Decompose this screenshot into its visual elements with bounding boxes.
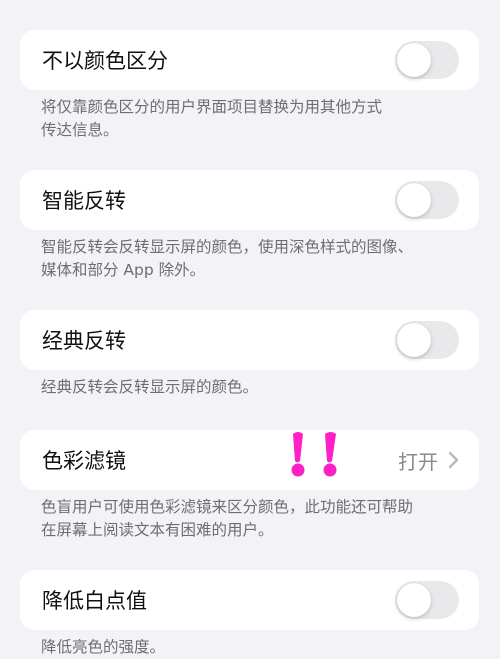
toggle-knob: [397, 43, 431, 77]
description-line: 媒体和部分 App 除外。: [41, 261, 206, 279]
color-filters-value: 打开: [398, 449, 438, 474]
setting-label: 降低白点值: [42, 589, 147, 613]
classic-invert-toggle[interactable]: [395, 321, 459, 359]
setting-description: 智能反转会反转显示屏的颜色，使用深色样式的图像、 媒体和部分 App 除外。: [41, 236, 461, 282]
setting-label: 经典反转: [42, 329, 126, 353]
toggle-knob: [397, 323, 431, 357]
differentiate-without-color-toggle[interactable]: [395, 41, 459, 79]
setting-description: 将仅靠颜色区分的用户界面项目替换为用其他方式 传达信息。: [41, 96, 461, 142]
setting-description: 经典反转会反转显示屏的颜色。: [41, 376, 461, 399]
setting-row-reduce-white-point[interactable]: 降低白点值: [20, 570, 479, 630]
toggle-knob: [397, 583, 431, 617]
smart-invert-toggle[interactable]: [395, 181, 459, 219]
description-line: 将仅靠颜色区分的用户界面项目替换为用其他方式: [41, 98, 383, 116]
setting-row-color-filters[interactable]: 色彩滤镜 打开: [20, 430, 479, 490]
description-line: 经典反转会反转显示屏的颜色。: [41, 378, 259, 396]
chevron-right-icon: [448, 451, 459, 469]
toggle-knob: [397, 183, 431, 217]
setting-description: 色盲用户可使用色彩滤镜来区分颜色，此功能还可帮助 在屏幕上阅读文本有困难的用户。: [41, 496, 461, 542]
description-line: 降低亮色的强度。: [41, 638, 166, 656]
setting-row-differentiate-without-color[interactable]: 不以颜色区分: [20, 30, 479, 90]
setting-label: 智能反转: [42, 189, 126, 213]
setting-row-classic-invert[interactable]: 经典反转: [20, 310, 479, 370]
setting-row-smart-invert[interactable]: 智能反转: [20, 170, 479, 230]
description-line: 在屏幕上阅读文本有困难的用户。: [41, 521, 274, 539]
setting-label: 不以颜色区分: [42, 49, 168, 73]
setting-description: 降低亮色的强度。: [41, 636, 461, 659]
reduce-white-point-toggle[interactable]: [395, 581, 459, 619]
setting-label: 色彩滤镜: [42, 449, 126, 473]
description-line: 色盲用户可使用色彩滤镜来区分颜色，此功能还可帮助: [41, 498, 414, 516]
description-line: 智能反转会反转显示屏的颜色，使用深色样式的图像、: [41, 238, 414, 256]
description-line: 传达信息。: [41, 121, 119, 139]
double-exclamation-icon: [288, 430, 344, 482]
